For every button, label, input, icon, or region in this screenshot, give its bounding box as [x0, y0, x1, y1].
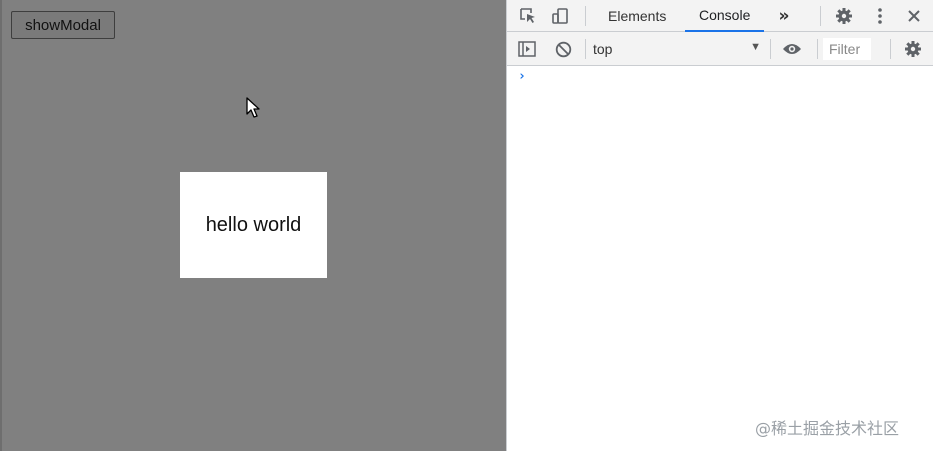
page-viewport: showModal hello world	[0, 0, 506, 451]
toolbar-separator	[817, 39, 818, 59]
device-toolbar-icon[interactable]	[549, 5, 571, 27]
more-tabs-icon[interactable]: »	[773, 5, 795, 27]
context-value: top	[593, 41, 613, 57]
toolbar-separator	[585, 6, 586, 26]
toolbar-separator	[770, 39, 771, 59]
filter-input[interactable]: Filter	[823, 38, 871, 60]
tab-console[interactable]: Console	[685, 0, 765, 32]
sidebar-toggle-icon[interactable]	[516, 38, 538, 60]
close-icon[interactable]	[903, 5, 925, 27]
devtools-top-toolbar: Elements Console »	[507, 0, 933, 32]
clear-console-icon[interactable]	[552, 38, 574, 60]
toolbar-separator	[820, 6, 821, 26]
settings-icon[interactable]	[833, 5, 855, 27]
dropdown-arrow-icon: ▼	[750, 41, 761, 53]
show-modal-button[interactable]: showModal	[11, 11, 115, 39]
toolbar-separator	[890, 39, 891, 59]
page-edge	[0, 0, 2, 451]
kebab-menu-icon[interactable]	[869, 5, 891, 27]
watermark-text: @稀土掘金技术社区	[755, 419, 900, 438]
devtools-panel: Elements Console » top ▼ Filter › @稀土掘金技…	[506, 0, 933, 451]
eye-icon[interactable]	[780, 38, 804, 60]
inspect-element-icon[interactable]	[517, 5, 539, 27]
console-settings-icon[interactable]	[902, 38, 924, 60]
console-prompt[interactable]: ›	[518, 69, 526, 84]
toolbar-separator	[585, 39, 586, 59]
tab-elements[interactable]: Elements	[608, 0, 666, 32]
context-selector[interactable]: top ▼	[593, 38, 761, 60]
mouse-cursor-icon	[246, 97, 260, 118]
modal-text: hello world	[205, 213, 302, 236]
modal-dialog: hello world	[180, 172, 327, 278]
